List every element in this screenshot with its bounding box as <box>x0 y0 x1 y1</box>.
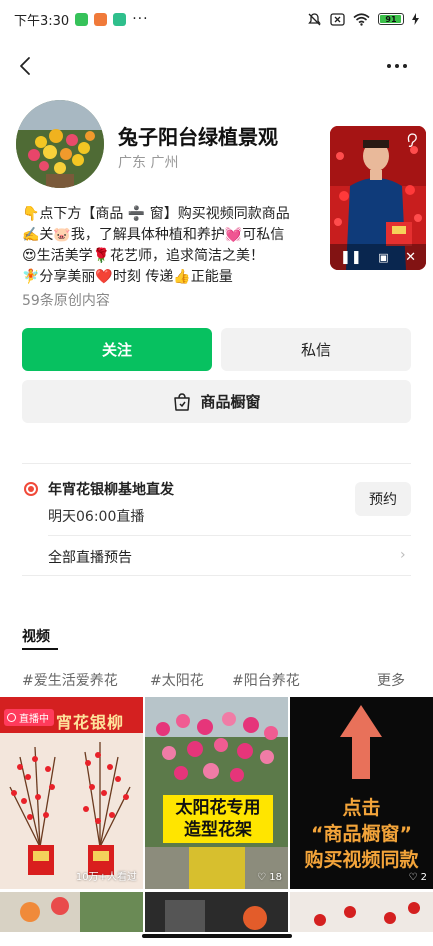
topic-tag[interactable]: #阳台养花 <box>232 670 300 690</box>
like-count: ♡ 18 <box>257 872 282 883</box>
shop-window-button[interactable]: 商品橱窗 <box>22 380 411 423</box>
reserve-button[interactable]: 预约 <box>355 482 411 516</box>
topic-tag[interactable]: #太阳花 <box>150 670 204 690</box>
message-button[interactable]: 私信 <box>221 328 411 371</box>
live-controls: ❚❚ ▣ ✕ <box>330 244 426 270</box>
topics-more-link[interactable]: 更多 <box>377 670 405 690</box>
profile-name: 兔子阳台绿植景观 <box>118 125 278 149</box>
video-caption-line: 点击 <box>342 797 381 819</box>
video-item[interactable] <box>290 892 433 932</box>
video-thumbnail <box>0 892 143 932</box>
video-banner-text: 宵花银柳 <box>56 713 125 732</box>
topic-tag[interactable]: #爱生活爱养花 <box>22 670 118 690</box>
bio-line: 😍生活美学🌹花艺师，追求简洁之美！ <box>22 248 265 264</box>
divider <box>22 575 411 576</box>
divider <box>48 535 411 536</box>
mute-icon <box>308 12 321 25</box>
more-notifications-icon: ··· <box>132 11 149 27</box>
ear-icon[interactable] <box>404 132 420 148</box>
live-stream-thumbnail[interactable]: ❚❚ ▣ ✕ <box>330 126 426 270</box>
all-live-previews-link[interactable]: 全部直播预告 <box>48 547 132 567</box>
video-item[interactable]: 太阳花专用 造型花架 ♡ 18 <box>145 697 288 889</box>
more-dot-icon <box>387 64 391 68</box>
status-time: 下午3:30 <box>14 13 70 29</box>
live-now-badge: 直播中 <box>4 709 54 726</box>
close-icon[interactable]: ✕ <box>405 250 416 265</box>
video-thumbnail <box>145 892 288 932</box>
live-badge-label: 直播中 <box>19 714 49 725</box>
back-button[interactable] <box>12 52 40 80</box>
live-preview-card[interactable]: 年宵花银柳基地直发 明天06:00直播 预约 <box>22 478 411 528</box>
bio-line: 👇点下方【商品 ➗ 窗】购买视频同款商品 <box>22 206 290 222</box>
shop-window-label: 商品橱窗 <box>200 393 261 411</box>
post-count: 59条原创内容 <box>22 293 110 309</box>
profile-bio: 👇点下方【商品 ➗ 窗】购买视频同款商品 ✍️关🐷我，了解具体种植和养护💓可私信… <box>22 204 322 288</box>
live-preview-time: 明天06:00直播 <box>48 509 145 525</box>
bio-line: ✍️关🐷我，了解具体种植和养护💓可私信 <box>22 227 285 243</box>
live-preview-title: 年宵花银柳基地直发 <box>48 482 174 498</box>
wifi-icon <box>353 12 370 26</box>
battery-icon: 91 <box>378 13 404 25</box>
video-caption: 太阳花专用 造型花架 <box>163 795 273 843</box>
red-envelope-icon: ▣ <box>378 250 389 264</box>
home-indicator[interactable] <box>142 934 292 938</box>
more-dot-icon <box>395 64 399 68</box>
video-caption-line: 太阳花专用 <box>175 798 261 818</box>
chevron-right-icon: › <box>400 547 406 563</box>
video-caption-line: 购买视频同款 <box>304 849 419 871</box>
tab-underline <box>22 648 58 650</box>
app-notification-icon <box>94 12 108 26</box>
like-count-value: 18 <box>269 872 282 883</box>
like-count: ♡ 2 <box>408 872 427 883</box>
live-icon <box>7 713 16 722</box>
profile-location: 广东 广州 <box>118 155 179 171</box>
chevron-left-icon <box>20 57 30 75</box>
live-icon <box>24 482 38 496</box>
video-item[interactable] <box>145 892 288 932</box>
more-dot-icon <box>403 64 407 68</box>
video-item[interactable]: 点击 “商品橱窗” 购买视频同款 ♡ 2 <box>290 697 433 889</box>
app-notification-icon <box>75 12 89 26</box>
app-notification-icon <box>113 12 127 26</box>
shopping-bag-icon <box>174 392 191 411</box>
charging-icon <box>412 13 419 25</box>
pause-icon[interactable]: ❚❚ <box>340 250 362 265</box>
more-options-button[interactable] <box>387 56 411 76</box>
bio-line: 🧚分享美丽❤️时刻 传递👍正能量 <box>22 269 233 285</box>
video-caption-line: “商品橱窗” <box>311 823 412 845</box>
divider <box>22 463 411 464</box>
follow-button[interactable]: 关注 <box>22 328 212 371</box>
video-item[interactable] <box>0 892 143 932</box>
like-count-value: 2 <box>420 872 427 883</box>
video-thumbnail <box>145 697 288 889</box>
nav-bar <box>0 44 433 88</box>
avatar-flowers-image <box>16 100 104 188</box>
video-item-live[interactable]: 宵花银柳 直播中 10万+人看过 <box>0 697 143 889</box>
video-thumbnail <box>290 892 433 932</box>
avatar[interactable] <box>16 100 104 188</box>
no-sim-icon <box>330 12 345 26</box>
battery-level: 91 <box>385 14 397 24</box>
tab-videos[interactable]: 视频 <box>22 626 50 646</box>
status-bar: 下午3:30 ··· 91 <box>0 0 433 38</box>
video-caption-line: 造型花架 <box>184 820 252 840</box>
view-count: 10万+人看过 <box>75 872 137 883</box>
